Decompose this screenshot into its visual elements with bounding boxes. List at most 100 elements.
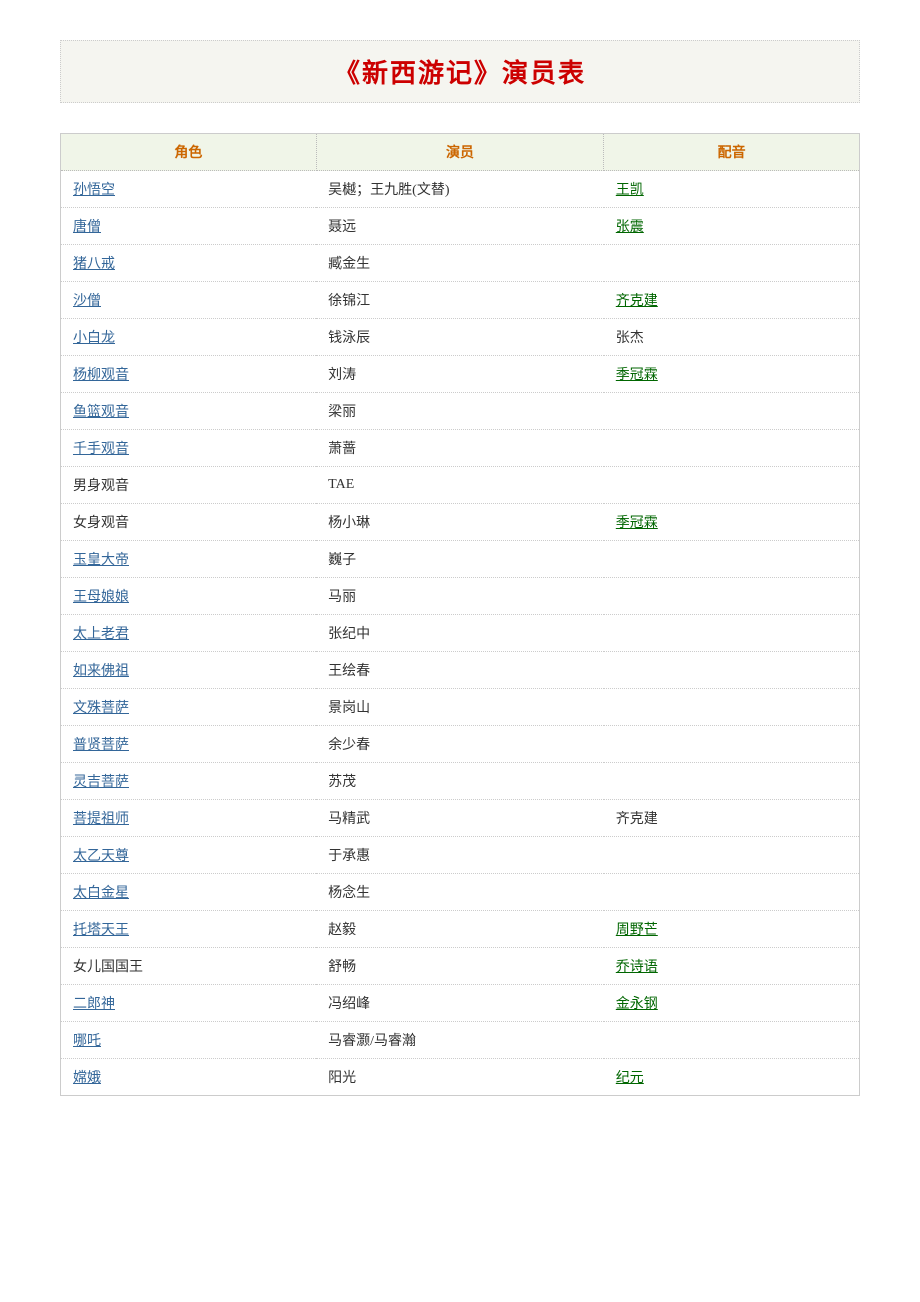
header-role: 角色 [61, 134, 317, 171]
role-link[interactable]: 沙僧 [73, 294, 101, 309]
role-link[interactable]: 嫦娥 [73, 1071, 101, 1086]
cell-actor: 杨念生 [316, 874, 604, 911]
table-row: 普贤菩萨 余少春 [61, 726, 860, 763]
cell-role: 哪吒 [61, 1022, 317, 1059]
cell-role: 如来佛祖 [61, 652, 317, 689]
table-row: 菩提祖师 马精武 齐克建 [61, 800, 860, 837]
page-container: 《新西游记》演员表 角色 演员 配音 孙悟空吴樾；王九胜(文替)王凯唐僧聂远张震… [60, 40, 860, 1096]
role-link[interactable]: 太白金星 [73, 886, 129, 901]
role-link[interactable]: 菩提祖师 [73, 812, 129, 827]
actor-text: TAE [328, 477, 354, 492]
cell-voice: 季冠霖 [604, 504, 860, 541]
role-link[interactable]: 猪八戒 [73, 257, 115, 272]
voice-link[interactable]: 纪元 [616, 1071, 644, 1086]
cell-voice: 张杰 [604, 319, 860, 356]
voice-link[interactable]: 乔诗语 [616, 960, 658, 975]
cell-actor: 巍子 [316, 541, 604, 578]
role-link[interactable]: 普贤菩萨 [73, 738, 129, 753]
role-link[interactable]: 杨柳观音 [73, 368, 129, 383]
actor-text: 梁丽 [328, 405, 356, 420]
actor-text: 张纪中 [328, 627, 370, 642]
cell-actor: 舒畅 [316, 948, 604, 985]
table-header-row: 角色 演员 配音 [61, 134, 860, 171]
voice-link[interactable]: 金永钢 [616, 997, 658, 1012]
voice-link[interactable]: 王凯 [616, 183, 644, 198]
actor-text: 阳光 [328, 1071, 356, 1086]
role-link[interactable]: 唐僧 [73, 220, 101, 235]
cell-voice [604, 874, 860, 911]
table-row: 太上老君 张纪中 [61, 615, 860, 652]
role-link[interactable]: 太乙天尊 [73, 849, 129, 864]
cell-role: 菩提祖师 [61, 800, 317, 837]
cell-role: 托塔天王 [61, 911, 317, 948]
cell-voice [604, 541, 860, 578]
actor-text: 马精武 [328, 812, 370, 827]
table-row: 杨柳观音刘涛季冠霖 [61, 356, 860, 393]
table-row: 太乙天尊 于承惠 [61, 837, 860, 874]
cell-actor: 梁丽 [316, 393, 604, 430]
cell-actor: 钱泳辰 [316, 319, 604, 356]
table-row: 二郎神 冯绍峰金永钢 [61, 985, 860, 1022]
actor-text: 马丽 [328, 590, 356, 605]
role-link[interactable]: 小白龙 [73, 331, 115, 346]
table-row: 千手观音萧蔷 [61, 430, 860, 467]
table-row: 文殊菩萨 景岗山 [61, 689, 860, 726]
voice-link[interactable]: 季冠霖 [616, 368, 658, 383]
actor-text: 余少春 [328, 738, 370, 753]
table-row: 猪八戒臧金生 [61, 245, 860, 282]
header-actor: 演员 [316, 134, 604, 171]
cell-role: 小白龙 [61, 319, 317, 356]
role-link[interactable]: 文殊菩萨 [73, 701, 129, 716]
role-link[interactable]: 如来佛祖 [73, 664, 129, 679]
voice-link[interactable]: 齐克建 [616, 294, 658, 309]
table-row: 如来佛祖王绘春 [61, 652, 860, 689]
voice-link[interactable]: 季冠霖 [616, 516, 658, 531]
voice-link[interactable]: 周野芒 [616, 923, 658, 938]
role-link[interactable]: 灵吉菩萨 [73, 775, 129, 790]
cell-actor: 阳光 [316, 1059, 604, 1096]
role-link[interactable]: 鱼篮观音 [73, 405, 129, 420]
role-link[interactable]: 千手观音 [73, 442, 129, 457]
actor-text: 钱泳辰 [328, 331, 370, 346]
role-link[interactable]: 托塔天王 [73, 923, 129, 938]
cell-role: 猪八戒 [61, 245, 317, 282]
table-row: 男身观音 TAE [61, 467, 860, 504]
cell-role: 文殊菩萨 [61, 689, 317, 726]
role-link[interactable]: 二郎神 [73, 997, 115, 1012]
cell-role: 唐僧 [61, 208, 317, 245]
cell-role: 玉皇大帝 [61, 541, 317, 578]
cell-actor: 冯绍峰 [316, 985, 604, 1022]
role-text: 女身观音 [73, 516, 129, 531]
cell-voice [604, 578, 860, 615]
table-row: 女儿国国王舒畅乔诗语 [61, 948, 860, 985]
actor-text: 吴樾；王九胜(文替) [328, 183, 449, 198]
table-row: 哪吒马睿灏/马睿瀚 [61, 1022, 860, 1059]
actor-text: 于承惠 [328, 849, 370, 864]
cell-voice: 金永钢 [604, 985, 860, 1022]
cell-role: 男身观音 [61, 467, 317, 504]
cell-role: 嫦娥 [61, 1059, 317, 1096]
role-link[interactable]: 太上老君 [73, 627, 129, 642]
table-row: 王母娘娘 马丽 [61, 578, 860, 615]
actor-text: 徐锦江 [328, 294, 370, 309]
cell-actor: 张纪中 [316, 615, 604, 652]
cell-role: 太上老君 [61, 615, 317, 652]
table-row: 太白金星 杨念生 [61, 874, 860, 911]
role-link[interactable]: 哪吒 [73, 1034, 101, 1049]
table-row: 孙悟空 吴樾；王九胜(文替) 王凯 [61, 171, 860, 208]
role-link[interactable]: 玉皇大帝 [73, 553, 129, 568]
voice-text: 张杰 [616, 331, 644, 346]
voice-text: 齐克建 [616, 812, 658, 827]
table-row: 托塔天王赵毅周野芒 [61, 911, 860, 948]
cell-actor: 马精武 [316, 800, 604, 837]
role-link[interactable]: 王母娘娘 [73, 590, 129, 605]
cell-role: 孙悟空 [61, 171, 317, 208]
actor-text: 景岗山 [328, 701, 370, 716]
table-row: 女身观音杨小琳季冠霖 [61, 504, 860, 541]
role-link[interactable]: 孙悟空 [73, 183, 115, 198]
actor-text: 杨念生 [328, 886, 370, 901]
title-section: 《新西游记》演员表 [60, 40, 860, 103]
cell-actor: 马丽 [316, 578, 604, 615]
voice-link[interactable]: 张震 [616, 220, 644, 235]
cell-voice [604, 763, 860, 800]
